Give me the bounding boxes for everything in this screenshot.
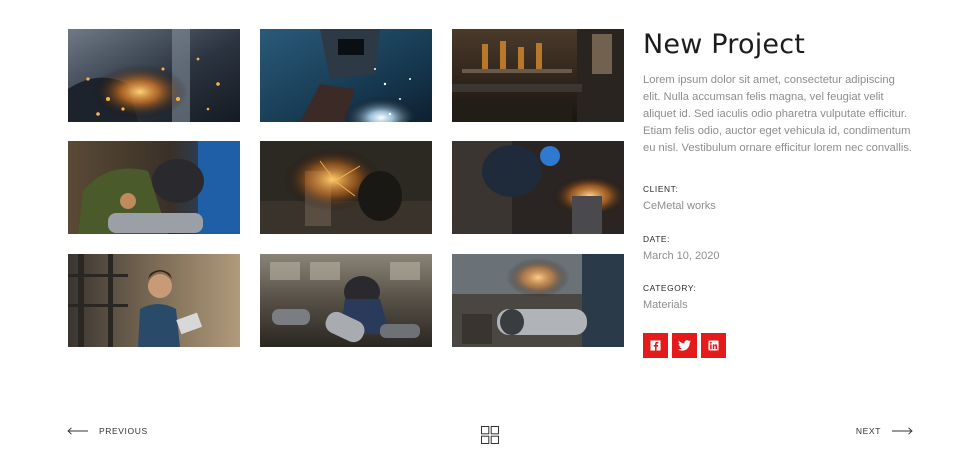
gallery-image-factory-hall[interactable] (452, 29, 624, 122)
social-share (643, 333, 726, 358)
twitter-icon (678, 340, 691, 351)
date-value: March 10, 2020 (643, 250, 720, 262)
project-title: New Project (643, 29, 806, 60)
project-details: New Project Lorem ipsum dolor sit amet, … (643, 29, 933, 157)
gallery-photo (452, 29, 624, 122)
client-value: CeMetal works (643, 200, 716, 212)
gallery-image-pipe-cutting-sparks[interactable] (452, 254, 624, 347)
category-value: Materials (643, 299, 688, 311)
gallery-photo (68, 254, 240, 347)
gallery-photo (260, 29, 432, 122)
next-label: NEXT (855, 426, 881, 436)
facebook-share-button[interactable] (643, 333, 668, 358)
gallery-photo (260, 141, 432, 234)
gallery-image-welder-mask-sparks[interactable] (260, 29, 432, 122)
next-project-link[interactable]: NEXT (856, 426, 913, 436)
gallery-image-welder-pipes-floor[interactable] (260, 254, 432, 347)
gallery-photo (260, 254, 432, 347)
gallery-image-grinding-metal[interactable] (452, 141, 624, 234)
gallery-photo (68, 141, 240, 234)
gallery-photo (68, 29, 240, 122)
project-gallery (68, 29, 624, 347)
project-description: Lorem ipsum dolor sit amet, consectetur … (643, 74, 913, 154)
gallery-photo (452, 141, 624, 234)
linkedin-share-button[interactable] (701, 333, 726, 358)
date-label: DATE: (643, 234, 671, 244)
gallery-image-metal-workshop-sparks[interactable] (260, 141, 432, 234)
linkedin-icon (708, 340, 719, 351)
gallery-image-welder-pipe[interactable] (68, 141, 240, 234)
gallery-image-woman-with-tablet[interactable] (68, 254, 240, 347)
all-projects-grid-button[interactable] (481, 426, 499, 444)
previous-project-link[interactable]: PREVIOUS (67, 426, 148, 436)
arrow-left-icon (67, 427, 88, 435)
gallery-image-grinder-sparks[interactable] (68, 29, 240, 122)
category-label: CATEGORY: (643, 283, 697, 293)
grid-icon (481, 426, 499, 444)
twitter-share-button[interactable] (672, 333, 697, 358)
gallery-photo (452, 254, 624, 347)
facebook-icon (650, 340, 661, 351)
arrow-right-icon (892, 427, 913, 435)
client-label: CLIENT: (643, 184, 679, 194)
previous-label: PREVIOUS (99, 426, 148, 436)
